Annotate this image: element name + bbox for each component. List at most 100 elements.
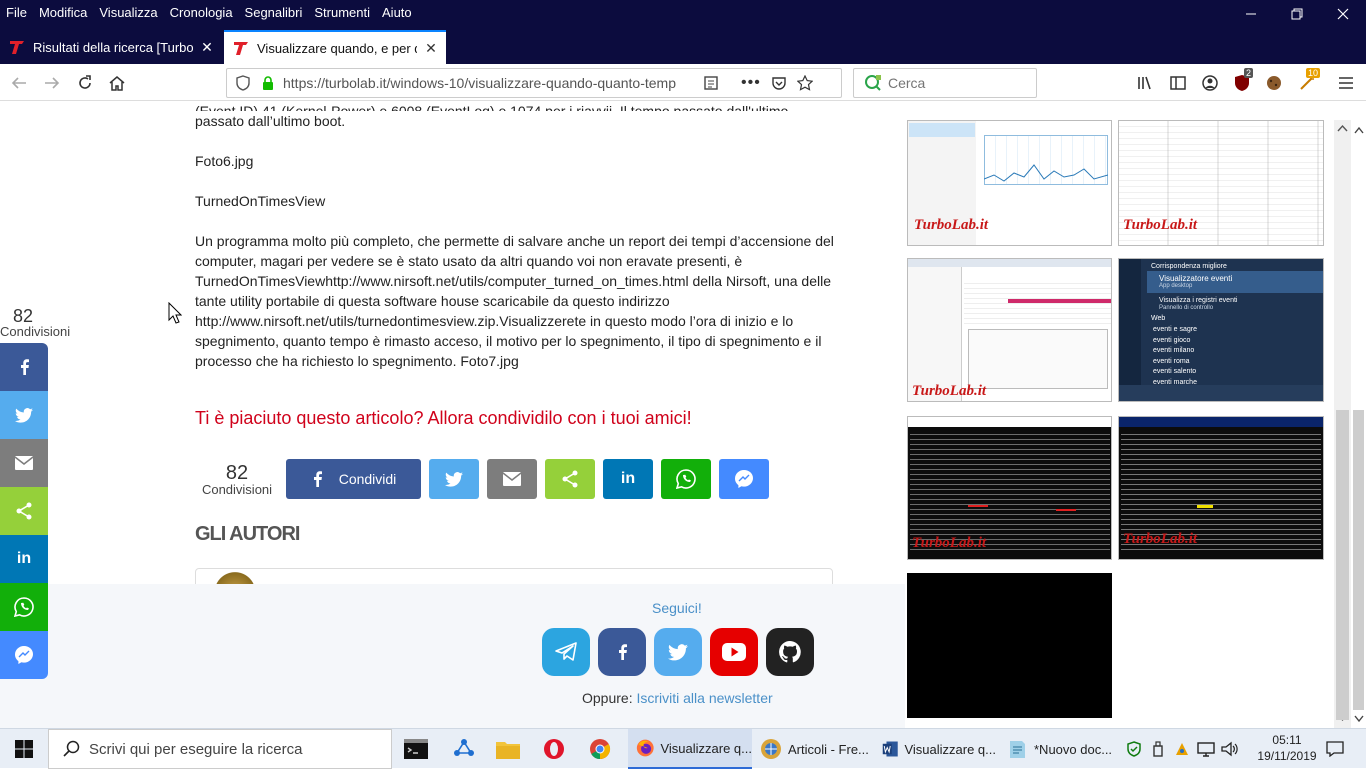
taskbar-opera[interactable] [534, 729, 574, 769]
reload-button[interactable] [70, 68, 100, 98]
scroll-up-arrow[interactable] [1354, 126, 1364, 136]
taskbar-word[interactable]: Visualizzare q... [876, 729, 996, 769]
sidebar-button[interactable] [1163, 68, 1193, 98]
messenger-share-button[interactable] [719, 459, 769, 499]
floating-linkedin-button[interactable]: in [0, 535, 48, 583]
cookie-extension-button[interactable] [1259, 68, 1289, 98]
taskbar-chrome[interactable] [580, 729, 620, 769]
floating-share-count-label: Condivisioni [0, 324, 71, 339]
taskbar-freecommander[interactable]: Articoli - Fre... [752, 729, 872, 769]
taskbar-search[interactable]: Scrivi qui per eseguire la ricerca [48, 729, 392, 769]
youtube-follow-button[interactable] [710, 628, 758, 676]
pocket-icon[interactable] [771, 75, 787, 91]
thumb-event-list[interactable]: TurboLab.it [1118, 120, 1324, 246]
library-button[interactable] [1130, 68, 1160, 98]
email-share-button[interactable] [487, 459, 537, 499]
thumb-start-suggestion: eventi milano [1153, 347, 1195, 354]
tab-close-icon[interactable]: ✕ [199, 39, 215, 55]
menu-segnalibri[interactable]: Segnalibri [239, 5, 309, 20]
telegram-follow-button[interactable] [542, 628, 590, 676]
taskbar-firefox[interactable]: Visualizzare q... [628, 729, 752, 769]
floating-facebook-button[interactable] [0, 343, 48, 391]
scroll-down-arrow[interactable] [1354, 715, 1364, 725]
whatsapp-share-button[interactable] [661, 459, 711, 499]
taskbar-search-placeholder: Scrivi qui per eseguire la ricerca [89, 740, 303, 758]
facebook-follow-button[interactable] [598, 628, 646, 676]
reader-view-icon[interactable] [703, 75, 719, 91]
page-footer: Seguici! Oppure: Iscriviti alla newslett… [0, 584, 905, 728]
floating-sharethis-button[interactable] [0, 487, 48, 535]
account-icon [1202, 75, 1218, 91]
thumb-watermark: TurboLab.it [912, 535, 987, 551]
network-icon [1197, 742, 1215, 757]
thumb-event-viewer[interactable]: TurboLab.it [907, 258, 1112, 402]
restore-button[interactable] [1274, 0, 1320, 28]
thumb-start-bottom [1119, 385, 1323, 401]
minimize-button[interactable] [1228, 0, 1274, 28]
lock-icon[interactable] [261, 75, 275, 91]
account-button[interactable] [1195, 68, 1225, 98]
facebook-icon [619, 644, 627, 660]
floating-whatsapp-button[interactable] [0, 583, 48, 631]
start-button[interactable] [0, 729, 48, 769]
outer-scrollbar-thumb[interactable] [1353, 410, 1364, 710]
thumb-systeminfo-xp[interactable]: TurboLab.it [1118, 416, 1324, 560]
page-actions-icon[interactable]: ••• [741, 74, 761, 92]
tab-visualizzare-quando[interactable]: Visualizzare quando, e per quanto ✕ [224, 30, 446, 64]
chevron-down-icon [1354, 715, 1364, 723]
thumb-start-search[interactable]: Corrispondenza migliore Visualizzatore e… [1118, 258, 1324, 402]
floating-twitter-button[interactable] [0, 391, 48, 439]
shield-icon[interactable] [235, 75, 251, 91]
twitter-share-button[interactable] [429, 459, 479, 499]
ublock-button[interactable]: 2 [1228, 68, 1258, 98]
url-bar[interactable]: https://turbolab.it/windows-10/visualizz… [226, 68, 842, 98]
url-text[interactable]: https://turbolab.it/windows-10/visualizz… [283, 75, 683, 91]
star-icon[interactable] [796, 75, 813, 91]
linkedin-share-button[interactable]: in [603, 459, 653, 499]
menu-aiuto[interactable]: Aiuto [376, 5, 418, 20]
twitter-follow-button[interactable] [654, 628, 702, 676]
search-input[interactable] [888, 75, 1028, 91]
tray-network[interactable] [1196, 739, 1216, 759]
back-button[interactable] [4, 68, 34, 98]
thumb-systeminfo-win10[interactable]: TurboLab.it [907, 416, 1112, 560]
facebook-share-button[interactable]: Condividi [286, 459, 421, 499]
extension-button[interactable]: 10 [1292, 68, 1322, 98]
newsletter-link[interactable]: Iscriviti alla newsletter [636, 690, 772, 706]
ad-placeholder[interactable] [907, 573, 1112, 718]
thumb-task-manager[interactable]: TurboLab.it [907, 120, 1112, 246]
hamburger-menu-button[interactable] [1331, 68, 1361, 98]
tray-volume[interactable] [1220, 739, 1240, 759]
taskbar-notepad[interactable]: *Nuovo doc... [1000, 729, 1116, 769]
menu-file[interactable]: File [0, 5, 33, 20]
firefox-icon [636, 739, 654, 757]
taskbar-explorer[interactable] [488, 729, 528, 769]
scrollbar-thumb[interactable] [1336, 410, 1349, 720]
tray-usb[interactable] [1148, 739, 1168, 759]
notification-center[interactable] [1324, 739, 1346, 759]
github-follow-button[interactable] [766, 628, 814, 676]
tray-app[interactable] [1172, 739, 1192, 759]
menu-strumenti[interactable]: Strumenti [308, 5, 376, 20]
floating-messenger-button[interactable] [0, 631, 48, 679]
turbolab-favicon-icon [234, 42, 248, 55]
taskbar-clock[interactable]: 05:11 19/11/2019 [1256, 732, 1318, 764]
twitter-icon [445, 471, 463, 487]
tab-risultati-ricerca[interactable]: Risultati della ricerca [TurboLab.it] ✕ [0, 30, 222, 64]
sharethis-share-button[interactable] [545, 459, 595, 499]
taskbar-cmd[interactable] [396, 729, 436, 769]
tab-close-icon[interactable]: ✕ [423, 40, 439, 56]
authors-heading: GLI AUTORI [195, 523, 300, 545]
thumb-watermark: TurboLab.it [912, 383, 987, 399]
menu-cronologia[interactable]: Cronologia [164, 5, 239, 20]
close-window-button[interactable] [1320, 0, 1366, 28]
home-button[interactable] [102, 68, 132, 98]
floating-email-button[interactable] [0, 439, 48, 487]
forward-button[interactable] [37, 68, 67, 98]
tray-shield[interactable] [1124, 739, 1144, 759]
taskbar-network-app[interactable] [444, 729, 484, 769]
menu-modifica[interactable]: Modifica [33, 5, 93, 20]
menu-visualizza[interactable]: Visualizza [93, 5, 163, 20]
scroll-up-icon[interactable] [1337, 124, 1348, 132]
search-bar[interactable] [853, 68, 1037, 98]
